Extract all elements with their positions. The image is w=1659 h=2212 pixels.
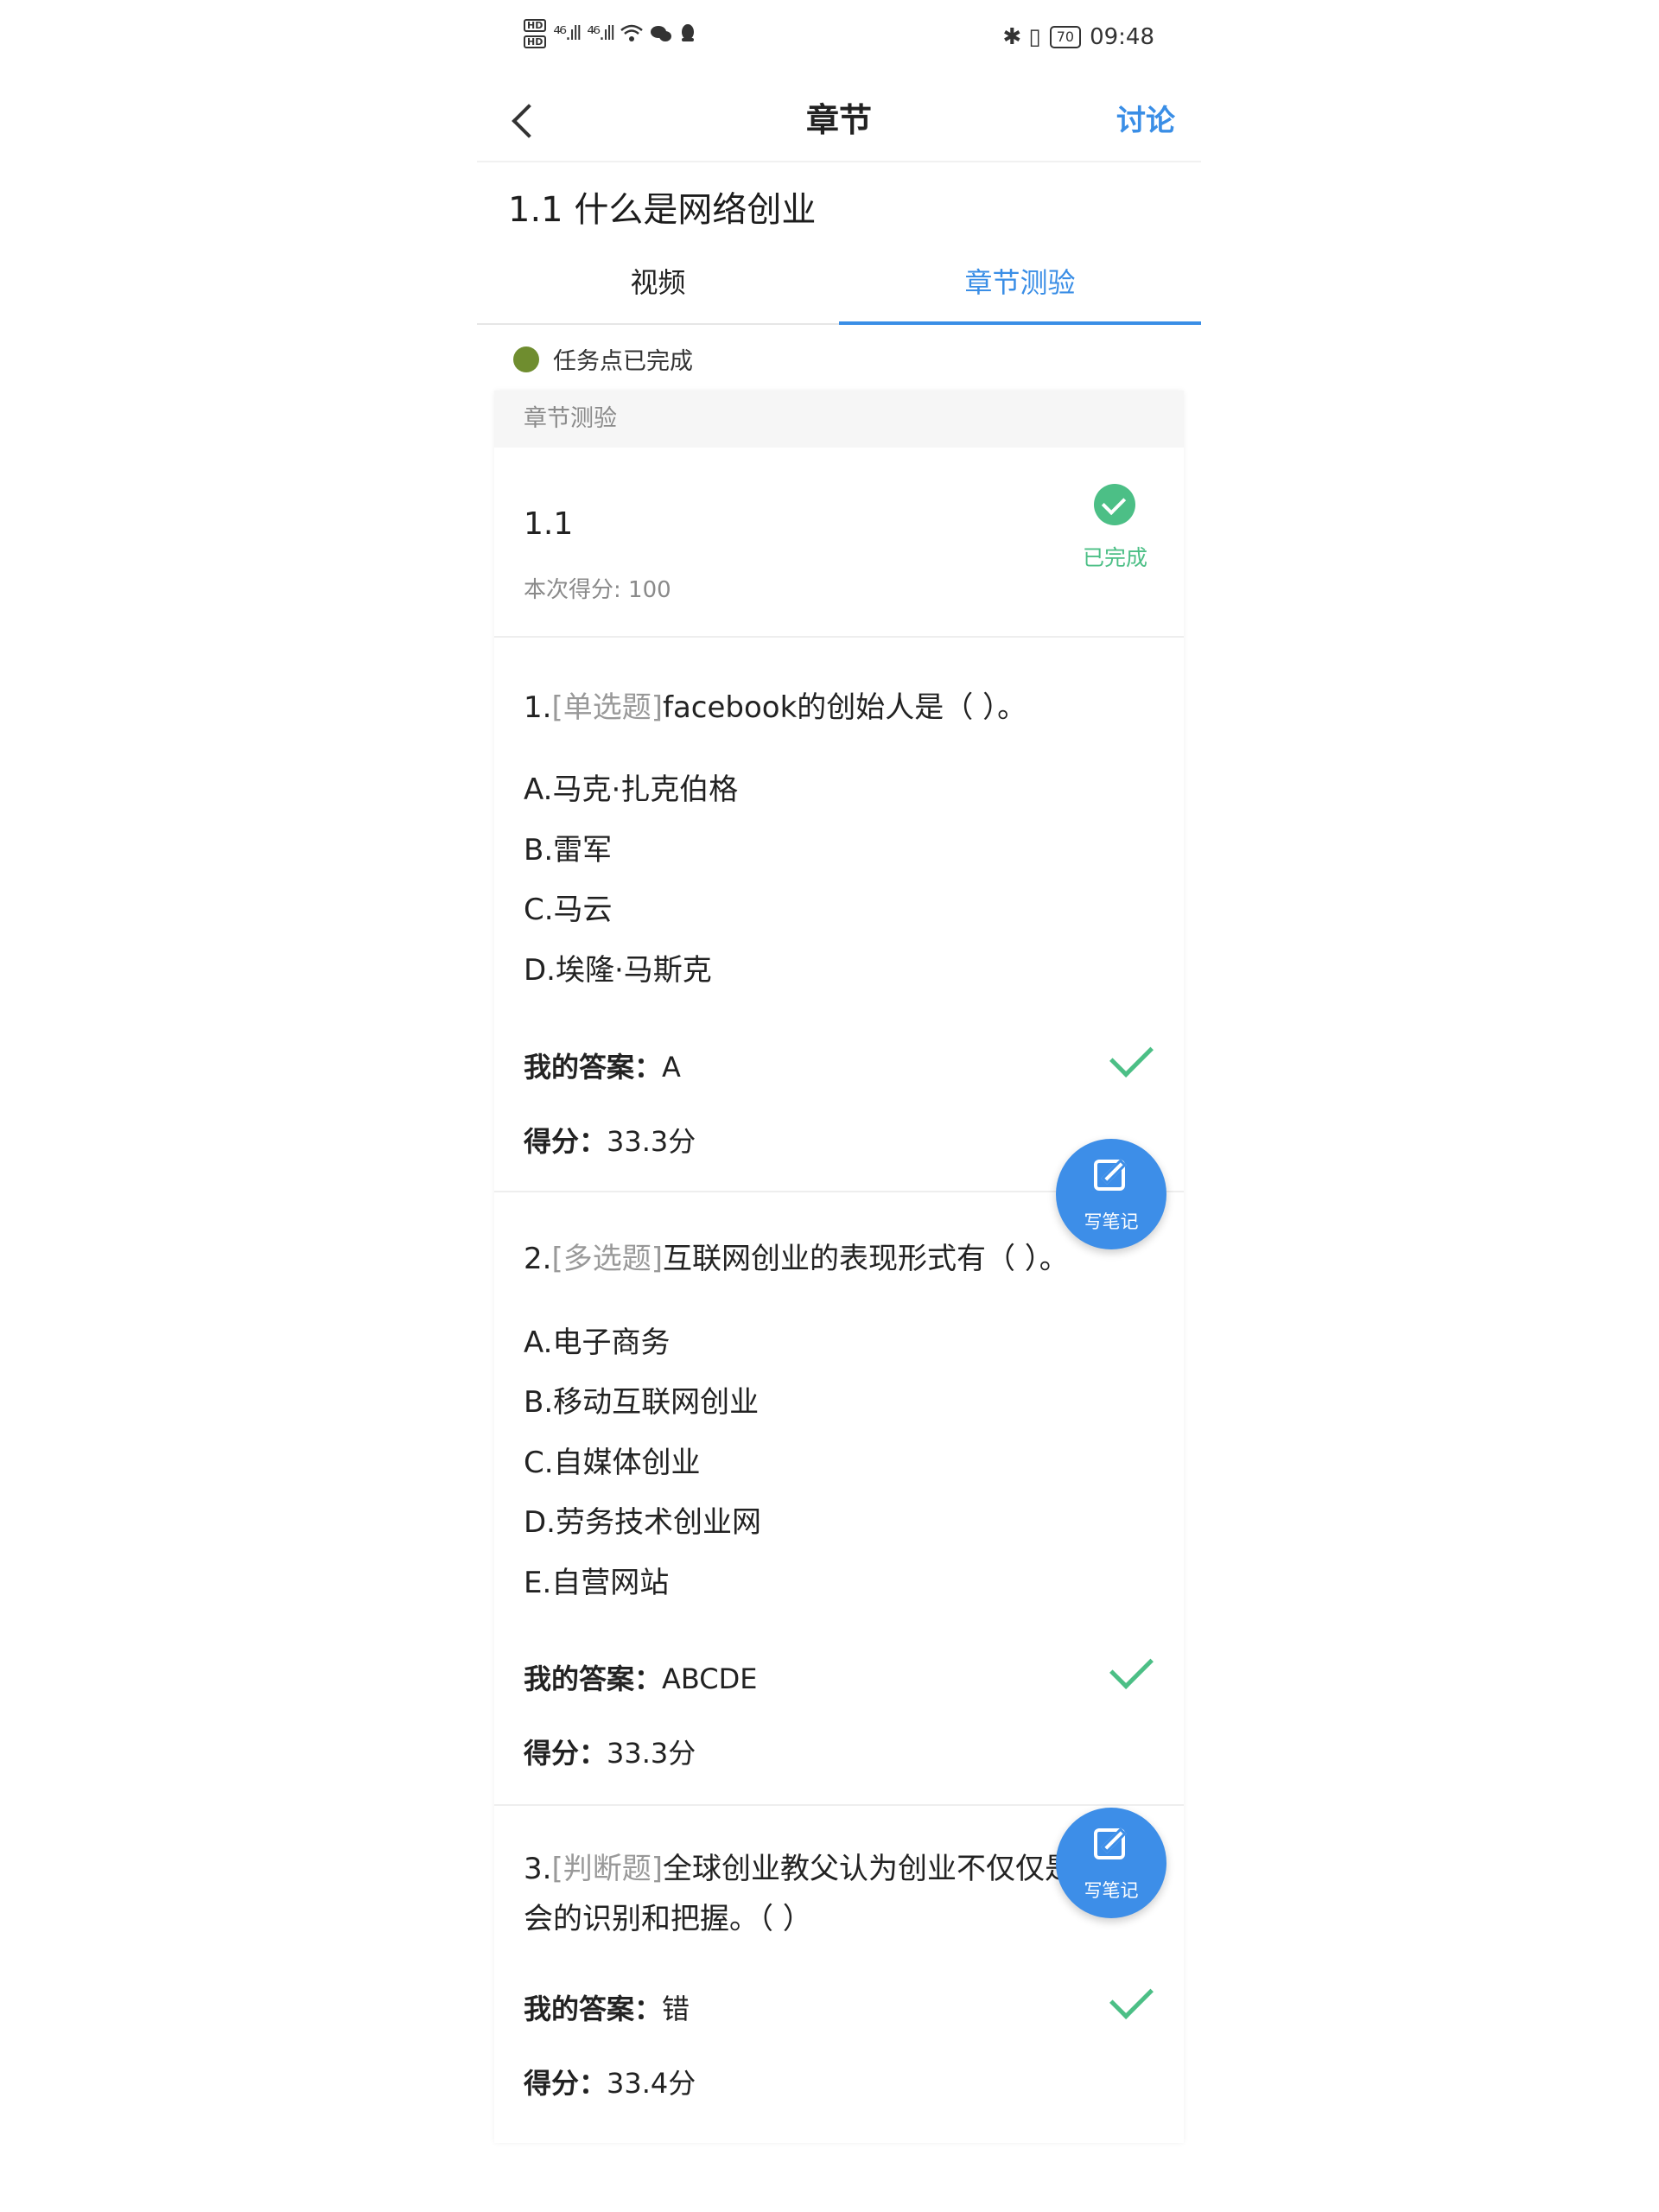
page-title: 章节 (805, 101, 872, 139)
task-status: 任务点已完成 (513, 342, 693, 376)
completed-label: 已完成 (1082, 545, 1147, 570)
nav-header: 章节 讨论 (477, 78, 1201, 162)
question-score: 得分：33.3分 (524, 1732, 696, 1771)
edit-note-icon (1094, 1828, 1125, 1859)
battery-icon: 70 (1049, 26, 1082, 48)
write-note-button[interactable]: 写笔记 (1056, 1139, 1166, 1249)
quiz-result-score: 本次得分: 100 (524, 577, 671, 603)
hd-icons: HD HD (524, 19, 547, 48)
write-note-label: 写笔记 (1084, 1880, 1139, 1901)
wifi-icon (620, 24, 644, 41)
question-type: [判断题] (551, 1852, 663, 1886)
hd-icon: HD (524, 19, 547, 32)
signal-icon: ⁴⁶.ıll (553, 22, 582, 45)
quiz-result-title: 1.1 (524, 506, 574, 542)
my-answer: 我的答案：错 (524, 1987, 690, 2027)
question-number: 1. (524, 690, 552, 725)
question-stem-line2: 会的识别和把握。（ ） (524, 1902, 812, 1936)
score-value: 33.3分 (607, 1737, 696, 1770)
score-label: 得分： (524, 1737, 607, 1770)
question-text: 3.[判断题]全球创业教父认为创业不仅仅是会的识别和把握。（ ） (524, 1844, 1074, 1944)
completed-check-icon (1094, 484, 1135, 525)
task-status-text: 任务点已完成 (553, 348, 693, 375)
correct-check-icon (1109, 1975, 1154, 2019)
option: E.自营网站 (524, 1566, 670, 1600)
question-1: 1.[单选题]facebook的创始人是（ ）。 A.马克·扎克伯格 B.雷军 … (494, 638, 1184, 1192)
chapter-title: 1.1 什么是网络创业 (508, 190, 817, 230)
edit-note-icon (1094, 1160, 1125, 1191)
option: B.移动互联网创业 (524, 1385, 760, 1420)
score-label: 得分： (524, 2067, 607, 2100)
question-type: [多选题] (551, 1242, 663, 1276)
signal-icon: ⁴⁶.ıll (587, 22, 615, 45)
qq-icon (682, 24, 695, 41)
quiz-card-header: 章节测验 (494, 391, 1184, 448)
score-label: 得分： (524, 1125, 607, 1158)
phone-screen: HD HD ⁴⁶.ıll ⁴⁶.ıll ✱ ▯ 70 09:48 章节 讨论 1… (477, 0, 1201, 2212)
question-stem: 全球创业教父认为创业不仅仅是 (662, 1852, 1074, 1886)
correct-check-icon (1109, 1645, 1154, 1689)
tab-bar: 视频 章节测验 (477, 251, 1201, 325)
correct-check-icon (1109, 1033, 1154, 1077)
write-note-button[interactable]: 写笔记 (1056, 1808, 1166, 1918)
option: A.电子商务 (524, 1325, 671, 1360)
active-tab-indicator (839, 321, 1201, 325)
option: D.埃隆·马斯克 (524, 953, 712, 988)
option: B.雷军 (524, 833, 613, 868)
my-answer-label: 我的答案： (524, 1662, 663, 1695)
question-type: [单选题] (551, 690, 663, 725)
my-answer: 我的答案：ABCDE (524, 1657, 758, 1697)
discuss-button[interactable]: 讨论 (1116, 97, 1175, 139)
question-text: 1.[单选题]facebook的创始人是（ ）。 (524, 683, 1027, 733)
option: C.自媒体创业 (524, 1446, 701, 1480)
question-2: 2.[多选题]互联网创业的表现形式有（ ）。 A.电子商务 B.移动互联网创业 … (494, 1192, 1184, 1806)
tab-chapter-quiz[interactable]: 章节测验 (839, 261, 1201, 301)
tab-video[interactable]: 视频 (477, 261, 839, 301)
question-stem: facebook的创始人是（ ）。 (662, 690, 1027, 725)
my-answer-value: 错 (662, 1993, 690, 2025)
question-score: 得分：33.3分 (524, 1120, 696, 1160)
my-answer-value: A (662, 1051, 681, 1084)
status-bar: HD HD ⁴⁶.ıll ⁴⁶.ıll ✱ ▯ 70 09:48 (477, 0, 1201, 78)
question-number: 3. (524, 1852, 552, 1886)
my-answer-label: 我的答案： (524, 1993, 663, 2025)
score-value: 33.3分 (607, 1125, 696, 1158)
question-score: 得分：33.4分 (524, 2062, 696, 2101)
status-left: HD HD ⁴⁶.ıll ⁴⁶.ıll (524, 19, 696, 48)
option: D.劳务技术创业网 (524, 1505, 761, 1540)
my-answer: 我的答案：A (524, 1046, 681, 1085)
quiz-result: 1.1 本次得分: 100 已完成 (494, 448, 1184, 638)
status-right: ✱ ▯ 70 09:48 (1002, 24, 1154, 50)
task-complete-dot-icon (513, 346, 539, 372)
score-value: 33.4分 (607, 2067, 696, 2100)
my-answer-label: 我的答案： (524, 1051, 663, 1084)
wechat-icon (651, 26, 672, 41)
hd-icon: HD (524, 35, 547, 48)
clock: 09:48 (1090, 24, 1154, 50)
write-note-label: 写笔记 (1084, 1211, 1139, 1232)
bluetooth-vibrate-icon: ✱ ▯ (1002, 24, 1041, 50)
option: A.马克·扎克伯格 (524, 772, 739, 807)
question-stem: 互联网创业的表现形式有（ ）。 (662, 1242, 1069, 1276)
question-text: 2.[多选题]互联网创业的表现形式有（ ）。 (524, 1234, 1069, 1284)
question-number: 2. (524, 1242, 552, 1276)
my-answer-value: ABCDE (662, 1662, 758, 1695)
option: C.马云 (524, 893, 613, 927)
